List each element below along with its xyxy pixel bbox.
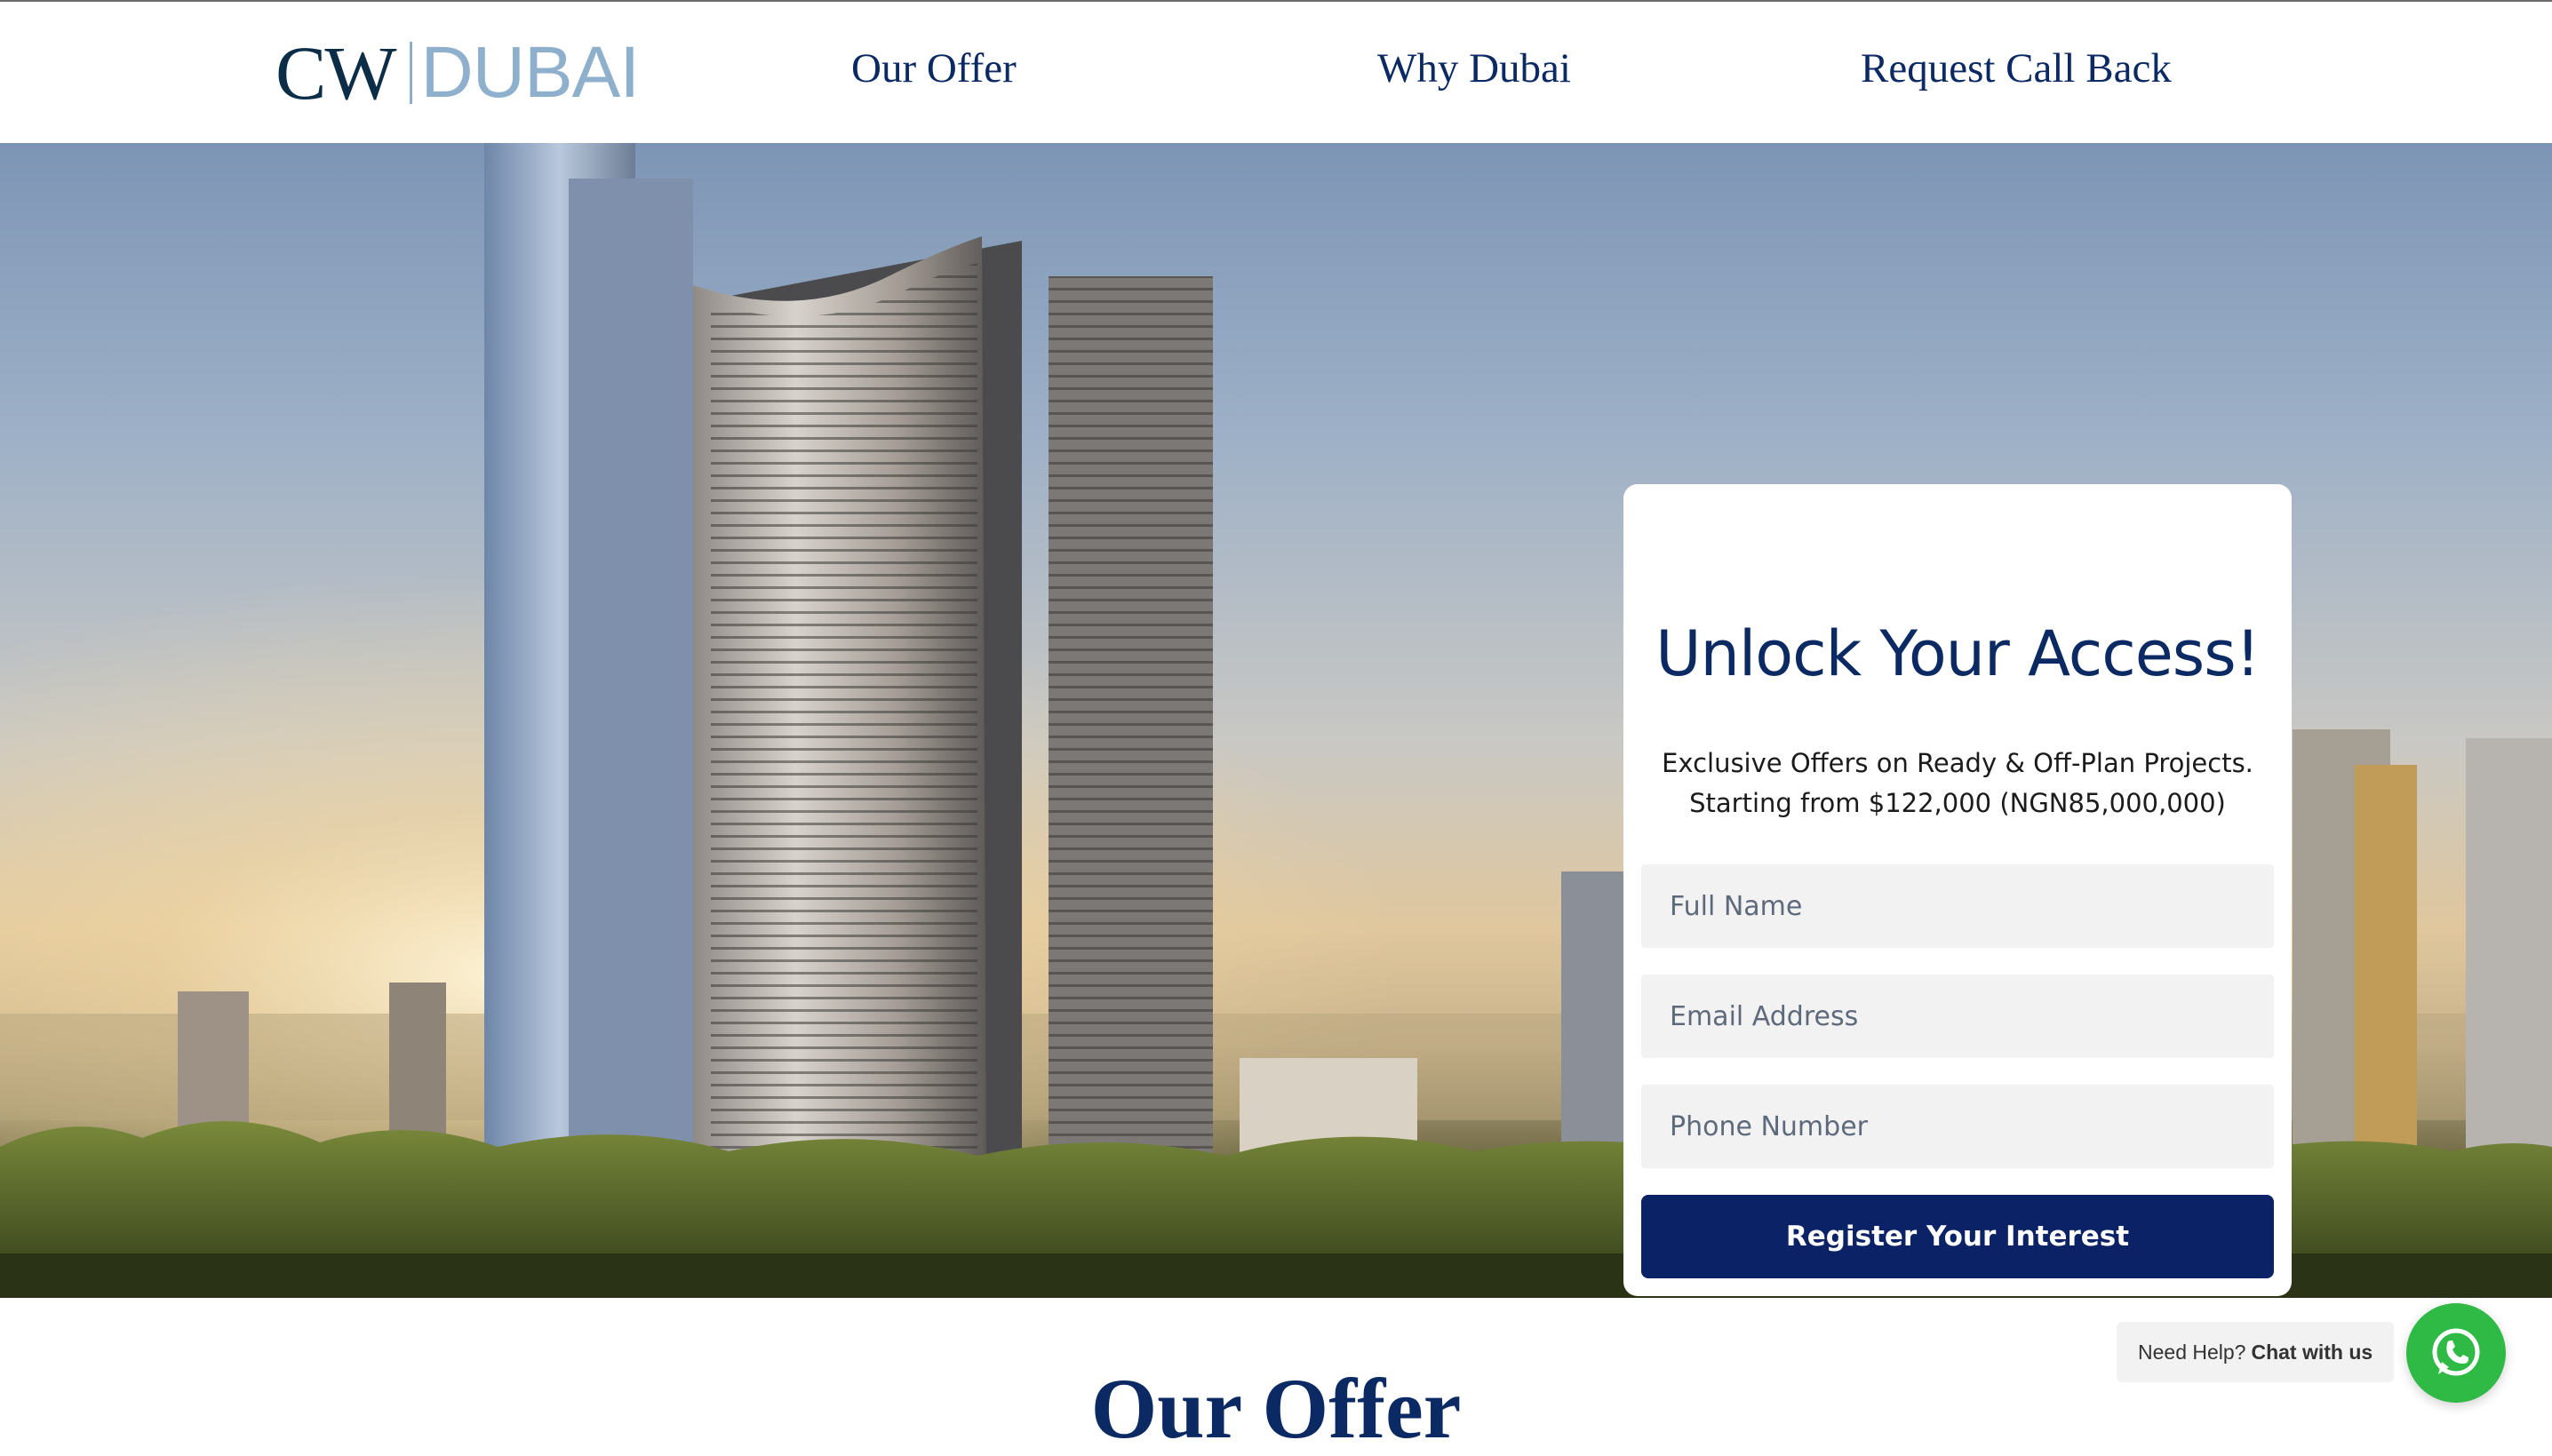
brand-logo[interactable]: CW DUBAI xyxy=(275,30,641,115)
phone-field[interactable] xyxy=(1641,1085,2274,1168)
register-interest-form: Unlock Your Access! Exclusive Offers on … xyxy=(1623,484,2292,1296)
chat-prompt-prefix: Need Help? xyxy=(2138,1340,2246,1364)
form-subtitle: Exclusive Offers on Ready & Off-Plan Pro… xyxy=(1623,744,2292,823)
register-interest-button[interactable]: Register Your Interest xyxy=(1641,1195,2274,1278)
whatsapp-icon xyxy=(2432,1328,2480,1376)
form-subtitle-line-1: Exclusive Offers on Ready & Off-Plan Pro… xyxy=(1662,748,2253,778)
logo-dubai-text: DUBAI xyxy=(420,32,641,113)
form-title: Unlock Your Access! xyxy=(1655,617,2261,690)
nav-request-call-back[interactable]: Request Call Back xyxy=(1861,44,2172,92)
email-field[interactable] xyxy=(1641,975,2274,1058)
chat-prompt[interactable]: Need Help? Chat with us xyxy=(2117,1322,2395,1382)
nav-why-dubai[interactable]: Why Dubai xyxy=(1377,44,1571,92)
form-subtitle-line-2: Starting from $122,000 (NGN85,000,000) xyxy=(1689,788,2226,818)
whatsapp-chat-button[interactable] xyxy=(2406,1303,2506,1403)
logo-cw-text: CW xyxy=(275,30,397,115)
chat-prompt-action: Chat with us xyxy=(2251,1340,2373,1364)
nav-our-offer[interactable]: Our Offer xyxy=(851,44,1017,92)
site-header: CW DUBAI Our Offer Why Dubai Request Cal… xyxy=(0,2,2552,142)
full-name-field[interactable] xyxy=(1641,864,2274,948)
logo-divider xyxy=(409,42,412,104)
hero-section: Unlock Your Access! Exclusive Offers on … xyxy=(0,143,2552,1298)
